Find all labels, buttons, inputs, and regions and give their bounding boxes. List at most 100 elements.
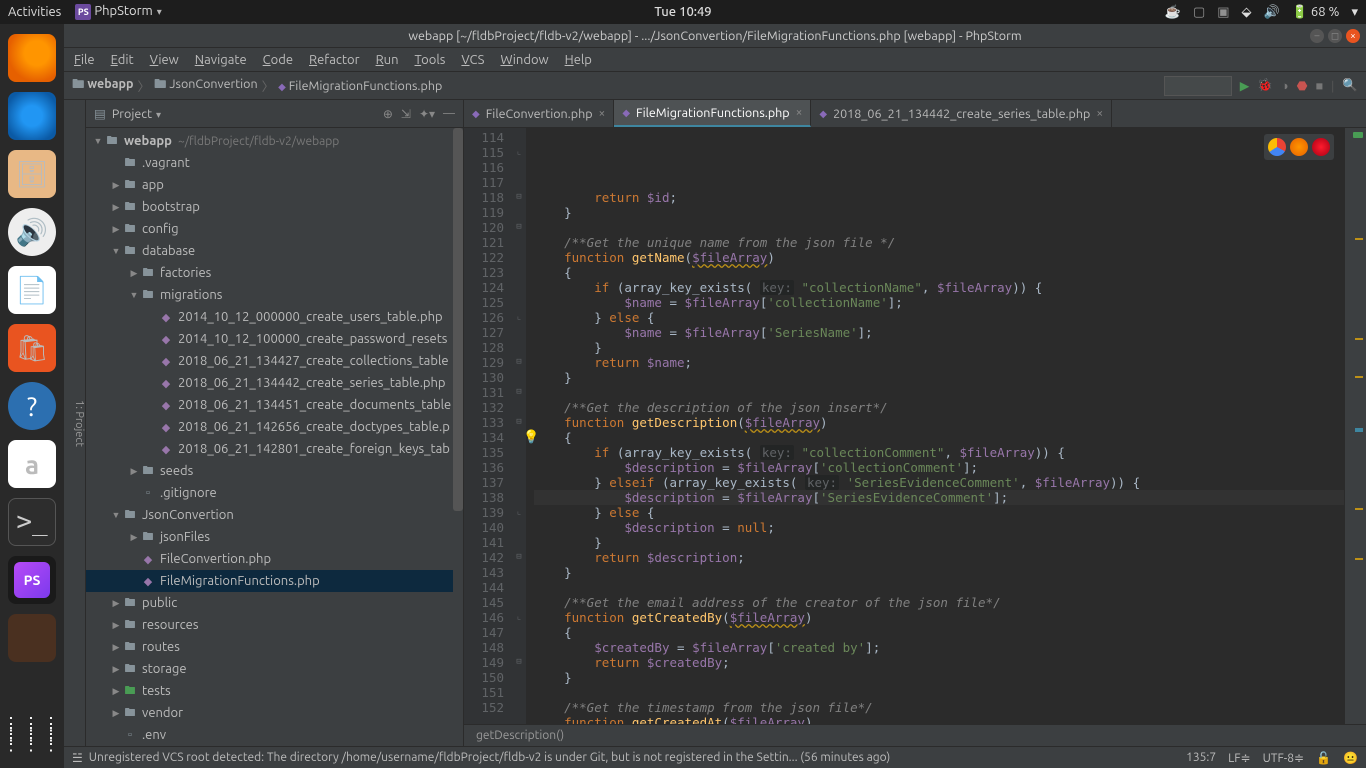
close-icon[interactable]: × — [599, 107, 606, 120]
settings-icon[interactable]: ✦▾ — [419, 107, 435, 121]
tree-item[interactable]: ▼🖿database — [86, 240, 463, 262]
run-icon[interactable]: ▶ — [1240, 78, 1250, 93]
status-icon[interactable]: ☱ — [72, 751, 83, 765]
menu-file[interactable]: File — [74, 53, 95, 67]
tree-item[interactable]: ▶🖿bootstrap — [86, 196, 463, 218]
tree-item[interactable]: ◆2014_10_12_000000_create_users_table.ph… — [86, 306, 463, 328]
system-menu-arrow[interactable]: ▾ — [1351, 5, 1358, 20]
dock-libreoffice[interactable]: 📄 — [8, 266, 56, 314]
project-tree[interactable]: ▼🖿webapp~/fldbProject/fldb-v2/webapp🖿.va… — [86, 128, 463, 746]
dock-rhythmbox[interactable]: 🔊 — [8, 208, 56, 256]
firefox-icon[interactable] — [1290, 138, 1308, 156]
status-message[interactable]: Unregistered VCS root detected: The dire… — [89, 751, 1186, 764]
editor-tab[interactable]: ◆2018_06_21_134442_create_series_table.p… — [811, 100, 1112, 127]
dock-firefox[interactable] — [8, 34, 56, 82]
breadcrumb-item[interactable]: 🖿 webapp — [72, 75, 134, 96]
tree-item[interactable]: ◆2018_06_21_134442_create_series_table.p… — [86, 372, 463, 394]
error-stripe[interactable] — [1344, 128, 1366, 724]
dock-show-apps[interactable]: ⋮⋮⋮⋮⋮⋮⋮⋮⋮ — [8, 710, 56, 758]
search-icon[interactable]: 🔍 — [1342, 78, 1358, 93]
tree-item[interactable]: ▶🖿seeds — [86, 460, 463, 482]
dock-files[interactable]: 🗄 — [8, 150, 56, 198]
collapse-all-icon[interactable]: ⇲ — [401, 107, 411, 121]
tree-item[interactable]: ▼🖿webapp~/fldbProject/fldb-v2/webapp — [86, 130, 463, 152]
tree-item[interactable]: ◆2014_10_12_100000_create_password_reset… — [86, 328, 463, 350]
activities-button[interactable]: Activities — [8, 5, 61, 19]
tree-item[interactable]: ◆2018_06_21_142801_create_foreign_keys_t… — [86, 438, 463, 460]
tree-item[interactable]: ▼🖿migrations — [86, 284, 463, 306]
project-title[interactable]: Project — [112, 107, 161, 121]
volume-icon[interactable]: 🔊 — [1264, 5, 1280, 20]
editor-tab[interactable]: ◆FileConvertion.php× — [464, 100, 614, 127]
breadcrumb[interactable]: 🖿 webapp〉🖿 JsonConvertion〉◆ FileMigratio… — [72, 75, 442, 96]
caret-position[interactable]: 135:7 — [1186, 751, 1216, 764]
tree-scrollbar-thumb[interactable] — [453, 128, 463, 511]
dock-help[interactable]: ? — [8, 382, 56, 430]
tree-item[interactable]: ◆2018_06_21_142656_create_doctypes_table… — [86, 416, 463, 438]
tree-item[interactable]: ▶🖿factories — [86, 262, 463, 284]
tree-item[interactable]: ▼🖿JsonConvertion — [86, 504, 463, 526]
tree-item[interactable]: ▶🖿config — [86, 218, 463, 240]
tree-item[interactable]: 🖿.vagrant — [86, 152, 463, 174]
chrome-icon[interactable] — [1268, 138, 1286, 156]
scroll-from-source-icon[interactable]: ⊕ — [383, 107, 393, 121]
left-tool-stripe[interactable]: 1: Project — [64, 100, 86, 746]
menu-vcs[interactable]: VCS — [461, 53, 484, 67]
code-breadcrumb[interactable]: getDescription() — [464, 724, 1366, 746]
profile-icon[interactable]: ⬣ — [1297, 78, 1308, 93]
menu-run[interactable]: Run — [376, 53, 399, 67]
menu-refactor[interactable]: Refactor — [309, 53, 360, 67]
tree-item[interactable]: ▶🖿tests — [86, 680, 463, 702]
encoding[interactable]: UTF-8≑ — [1263, 751, 1305, 765]
dock-software[interactable]: 🛍 — [8, 324, 56, 372]
battery-icon[interactable]: 🔋 68 % — [1292, 5, 1340, 20]
menu-tools[interactable]: Tools — [415, 53, 446, 67]
code-area[interactable]: 💡 return $id; } /**Get the unique name f… — [526, 128, 1344, 724]
dock-terminal[interactable]: >_ — [8, 498, 56, 546]
dock-phpstorm[interactable]: PS — [8, 556, 56, 604]
hide-icon[interactable]: — — [443, 107, 455, 121]
opera-icon[interactable] — [1312, 138, 1330, 156]
intention-bulb-icon[interactable]: 💡 — [526, 430, 539, 445]
tree-item[interactable]: ▶🖿app — [86, 174, 463, 196]
indicator-icon-2[interactable]: ▣ — [1217, 5, 1229, 20]
debug-icon[interactable]: 🐞 — [1257, 78, 1273, 93]
gutter[interactable]: 1141151161171181191201211221231241251261… — [464, 128, 512, 724]
tree-item[interactable]: ▫.env — [86, 724, 463, 746]
menu-window[interactable]: Window — [500, 53, 548, 67]
tree-item[interactable]: ▶🖿resources — [86, 614, 463, 636]
tree-item[interactable]: ▶🖿vendor — [86, 702, 463, 724]
menu-view[interactable]: View — [150, 53, 179, 67]
close-button[interactable]: × — [1346, 29, 1360, 43]
menu-edit[interactable]: Edit — [111, 53, 134, 67]
tree-item[interactable]: ▶🖿jsonFiles — [86, 526, 463, 548]
menu-help[interactable]: Help — [565, 53, 592, 67]
line-ending[interactable]: LF≑ — [1228, 751, 1250, 765]
dock-unknown[interactable] — [8, 614, 56, 662]
dock-amazon[interactable]: a — [8, 440, 56, 488]
tree-item[interactable]: ▶🖿storage — [86, 658, 463, 680]
caffeine-icon[interactable]: ☕ — [1165, 5, 1181, 20]
fold-column[interactable]: ⌞⊟⊟⌞⊟⊟⊟⌞⊟⌞⊟ — [512, 128, 526, 724]
minimize-button[interactable]: – — [1310, 29, 1324, 43]
tree-item[interactable]: ◆FileConvertion.php — [86, 548, 463, 570]
tree-item[interactable]: ◆2018_06_21_134451_create_documents_tabl… — [86, 394, 463, 416]
indicator-icon-1[interactable]: ▢ — [1193, 5, 1205, 20]
editor-tab[interactable]: ◆FileMigrationFunctions.php× — [614, 100, 811, 127]
readonly-toggle-icon[interactable]: 🔓 — [1316, 751, 1331, 765]
coverage-icon[interactable]: ◑ — [1281, 79, 1289, 93]
breadcrumb-item[interactable]: ◆ FileMigrationFunctions.php — [278, 79, 442, 93]
tree-item[interactable]: ◆2018_06_21_134427_create_collections_ta… — [86, 350, 463, 372]
tree-item[interactable]: ▶🖿routes — [86, 636, 463, 658]
wifi-icon[interactable]: ⬙ — [1242, 5, 1252, 20]
clock[interactable]: Tue 10:49 — [654, 5, 711, 19]
breadcrumb-item[interactable]: 🖿 JsonConvertion — [154, 75, 258, 96]
maximize-button[interactable]: ◻ — [1328, 29, 1342, 43]
dock-thunderbird[interactable] — [8, 92, 56, 140]
menu-navigate[interactable]: Navigate — [195, 53, 247, 67]
inspection-icon[interactable]: 😐 — [1343, 751, 1358, 765]
close-icon[interactable]: × — [1096, 107, 1103, 120]
tree-item[interactable]: ▶🖿public — [86, 592, 463, 614]
stop-icon[interactable]: ■ — [1315, 79, 1323, 93]
menu-code[interactable]: Code — [263, 53, 293, 67]
